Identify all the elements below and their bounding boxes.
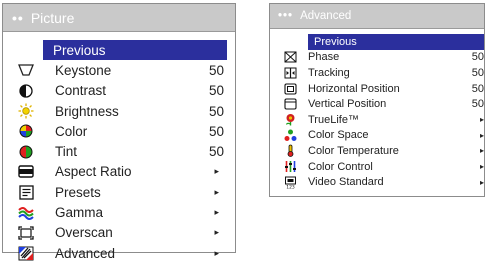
menu-item-presets[interactable]: Presets ▸ xyxy=(3,182,235,202)
menu-item-aspect-ratio[interactable]: Aspect Ratio ▸ xyxy=(3,162,235,182)
menu-item-brightness[interactable]: Brightness 50 xyxy=(3,101,235,121)
submenu-arrow-icon: ▸ xyxy=(214,207,219,218)
menu-item-overscan[interactable]: Overscan ▸ xyxy=(3,223,235,243)
previous-item[interactable]: Previous xyxy=(308,34,484,50)
picture-menu: •• Picture Previous Keystone 50 Contrast… xyxy=(2,3,236,261)
submenu-arrow-icon: ▸ xyxy=(479,146,484,156)
menu-item-vertical-position[interactable]: Vertical Position 50 xyxy=(270,96,484,112)
picture-menu-title-bar: •• Picture xyxy=(3,4,235,32)
menu-item-label: Color Control xyxy=(308,160,373,173)
tint-icon xyxy=(17,143,35,161)
video-standard-icon: 123 xyxy=(283,175,297,189)
submenu-arrow-icon: ▸ xyxy=(479,177,484,187)
submenu-arrow-icon: ▸ xyxy=(479,130,484,140)
submenu-arrow-icon: ▸ xyxy=(214,166,219,177)
picture-menu-items: Previous Keystone 50 Contrast 50 Brightn… xyxy=(3,32,235,263)
menu-level-dots: •• xyxy=(12,9,24,26)
menu-item-label: TrueLife™ xyxy=(308,113,359,126)
menu-item-video-standard[interactable]: 123 Video Standard ▸ xyxy=(270,174,484,190)
menu-item-value: 50 xyxy=(208,144,224,160)
menu-item-label: Color xyxy=(55,123,88,139)
menu-item-label: Phase xyxy=(308,51,340,64)
menu-item-color-control[interactable]: Color Control ▸ xyxy=(270,159,484,175)
vertical-position-icon xyxy=(283,97,297,111)
menu-item-label: Keystone xyxy=(55,62,112,78)
color-control-icon xyxy=(283,160,297,174)
menu-item-label: Color Temperature xyxy=(308,144,399,157)
previous-item[interactable]: Previous xyxy=(43,40,227,61)
menu-item-label: Tracking xyxy=(308,66,350,79)
submenu-arrow-icon: ▸ xyxy=(214,227,219,238)
advanced-menu: ••• Advanced Previous Phase 50 Tracking … xyxy=(269,3,485,197)
menu-level-dots: ••• xyxy=(278,10,294,22)
menu-item-label: Brightness xyxy=(55,103,119,119)
menu-item-value: 50 xyxy=(471,82,484,95)
menu-item-gamma[interactable]: Gamma ▸ xyxy=(3,202,235,222)
menu-item-label: Presets xyxy=(55,184,101,200)
advanced-menu-title-bar: ••• Advanced xyxy=(270,4,484,29)
previous-label: Previous xyxy=(314,35,357,48)
brightness-icon xyxy=(17,102,35,120)
submenu-arrow-icon: ▸ xyxy=(214,186,219,197)
aspect-ratio-icon xyxy=(17,163,35,181)
menu-item-contrast[interactable]: Contrast 50 xyxy=(3,81,235,101)
menu-item-value: 50 xyxy=(208,83,224,99)
color-temperature-icon xyxy=(283,144,297,158)
menu-item-phase[interactable]: Phase 50 xyxy=(270,50,484,66)
phase-icon xyxy=(283,50,297,64)
previous-label: Previous xyxy=(53,42,106,58)
menu-item-value: 50 xyxy=(208,62,224,78)
submenu-arrow-icon: ▸ xyxy=(479,162,484,172)
menu-item-label: Overscan xyxy=(55,225,113,241)
menu-item-label: Advanced xyxy=(55,245,116,261)
menu-item-label: Vertical Position xyxy=(308,98,387,111)
presets-icon xyxy=(17,183,35,201)
advanced-menu-title: Advanced xyxy=(300,10,352,22)
menu-item-value: 50 xyxy=(471,66,484,79)
picture-menu-title: Picture xyxy=(30,9,75,26)
menu-item-color-temperature[interactable]: Color Temperature ▸ xyxy=(270,143,484,159)
menu-item-color-space[interactable]: Color Space ▸ xyxy=(270,128,484,144)
color-space-icon xyxy=(283,128,297,142)
menu-item-label: Video Standard xyxy=(308,176,384,189)
menu-item-tint[interactable]: Tint 50 xyxy=(3,141,235,161)
contrast-icon xyxy=(17,82,35,100)
submenu-arrow-icon: ▸ xyxy=(479,115,484,125)
overscan-icon xyxy=(17,224,35,242)
menu-item-value: 50 xyxy=(471,51,484,64)
submenu-arrow-icon: ▸ xyxy=(214,247,219,258)
svg-text:123: 123 xyxy=(286,184,295,189)
menu-item-value: 50 xyxy=(208,103,224,119)
menu-item-advanced[interactable]: Advanced ▸ xyxy=(3,243,235,263)
gamma-icon xyxy=(17,204,35,222)
menu-item-horizontal-position[interactable]: Horizontal Position 50 xyxy=(270,81,484,97)
menu-item-label: Horizontal Position xyxy=(308,82,400,95)
menu-item-value: 50 xyxy=(471,98,484,111)
keystone-icon xyxy=(17,61,35,79)
menu-item-color[interactable]: Color 50 xyxy=(3,121,235,141)
menu-item-label: Contrast xyxy=(55,83,107,99)
tracking-icon xyxy=(283,66,297,80)
menu-item-label: Aspect Ratio xyxy=(55,164,132,180)
horizontal-position-icon xyxy=(283,82,297,96)
menu-item-label: Color Space xyxy=(308,129,369,142)
advanced-icon xyxy=(17,244,35,262)
menu-item-tracking[interactable]: Tracking 50 xyxy=(270,65,484,81)
color-icon xyxy=(17,122,35,140)
truelife-icon xyxy=(283,113,297,127)
advanced-menu-items: Previous Phase 50 Tracking 50 Horizontal… xyxy=(270,29,484,190)
menu-item-label: Gamma xyxy=(55,205,104,221)
menu-item-keystone[interactable]: Keystone 50 xyxy=(3,60,235,80)
menu-item-truelife[interactable]: TrueLife™ ▸ xyxy=(270,112,484,128)
menu-item-label: Tint xyxy=(55,144,78,160)
menu-item-value: 50 xyxy=(208,123,224,139)
